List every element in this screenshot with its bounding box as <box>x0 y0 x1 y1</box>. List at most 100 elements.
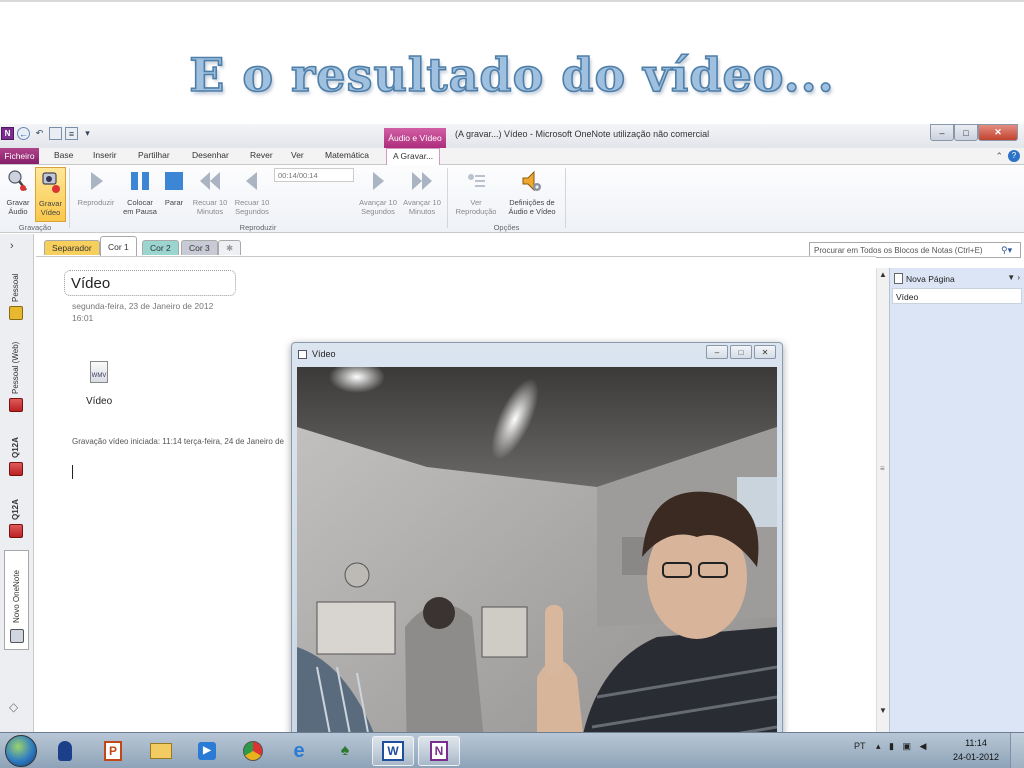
dock-icon[interactable] <box>49 127 62 140</box>
taskbar-media-player-icon[interactable]: ▶ <box>186 736 228 766</box>
file-label: Vídeo <box>86 396 113 407</box>
tab-share[interactable]: Partilhar <box>136 150 172 160</box>
taskbar-word-icon[interactable]: W <box>372 736 414 766</box>
notebook-novo-onenote[interactable]: Novo OneNote <box>4 550 29 650</box>
tray-icons[interactable]: ▴ ▮ ▣ ◀ <box>876 741 929 752</box>
taskbar-internet-explorer-icon[interactable]: e <box>278 736 320 766</box>
group-label-playback: Reproduzir <box>239 223 277 232</box>
tab-base[interactable]: Base <box>52 150 75 160</box>
help-icon[interactable]: ? <box>1008 150 1020 162</box>
notebook-q12a-2[interactable]: Q12A <box>3 486 31 542</box>
unfiled-notes-icon[interactable]: ◇ <box>9 700 18 714</box>
search-icon[interactable]: ⚲▾ <box>1001 245 1012 256</box>
forward-fast-icon <box>410 167 434 195</box>
timecode-display: 00:14/00:14 <box>274 168 354 182</box>
show-desktop-button[interactable] <box>1010 733 1024 768</box>
video-minimize-button[interactable]: – <box>706 345 728 359</box>
video-close-button[interactable]: ✕ <box>754 345 776 359</box>
play-button[interactable]: Reproduzir <box>72 167 120 222</box>
notebook-pessoal[interactable]: Pessoal <box>3 262 31 320</box>
recording-note: Gravação vídeo iniciada: 11:14 terça-fei… <box>72 437 284 446</box>
section-tab-separador[interactable]: Separador <box>44 240 100 255</box>
page-scrollbar[interactable]: ▲ ≡ ▼ <box>876 268 889 732</box>
group-separator <box>69 168 70 228</box>
clock-date: 24-01-2012 <box>952 752 1000 762</box>
close-button[interactable]: ✕ <box>978 124 1018 141</box>
notebook-label: Pessoal (Web) <box>11 341 20 394</box>
record-audio-label-2: Áudio <box>8 207 28 216</box>
wmv-file-icon[interactable]: WMV <box>90 361 108 383</box>
quick-access-toolbar: N ← ↶ ≡ ▾ <box>1 127 94 140</box>
maximize-button[interactable]: □ <box>954 124 978 141</box>
start-button[interactable] <box>5 735 37 767</box>
notebook-icon <box>9 306 23 320</box>
taskbar-explorer-icon[interactable] <box>140 736 182 766</box>
language-indicator[interactable]: PT <box>854 741 866 751</box>
undo-icon[interactable]: ↶ <box>33 127 46 140</box>
stop-button[interactable]: Parar <box>161 167 187 222</box>
taskbar-chrome-icon[interactable] <box>232 736 274 766</box>
tab-view[interactable]: Ver <box>289 150 306 160</box>
page-title[interactable]: Vídeo <box>64 270 236 296</box>
play-icon <box>84 167 108 195</box>
minimize-button[interactable]: – <box>930 124 954 141</box>
tab-draw[interactable]: Desenhar <box>190 150 231 160</box>
rewind-10sec-button[interactable]: Recuar 10 Segundos <box>232 167 272 222</box>
scroll-grip-icon[interactable]: ≡ <box>880 464 885 473</box>
video-window-title: Vídeo <box>312 349 336 359</box>
tab-math[interactable]: Matemática <box>323 150 371 160</box>
section-tab-cor2[interactable]: Cor 2 <box>142 240 179 255</box>
scroll-down-icon[interactable]: ▼ <box>879 706 887 715</box>
record-audio-button[interactable]: Gravar Áudio <box>3 167 33 222</box>
scroll-up-icon[interactable]: ▲ <box>879 270 887 279</box>
minimize-ribbon-icon[interactable]: ⌃ <box>995 151 1003 162</box>
slide: E o resultado do vídeo... N ← ↶ ≡ ▾ Áudi… <box>0 0 1024 768</box>
record-audio-label-1: Gravar <box>6 198 30 207</box>
page-list-item[interactable]: Vídeo <box>892 288 1022 304</box>
taskbar-messenger-icon[interactable]: ♠ <box>324 736 366 766</box>
webcam-video-frame <box>297 367 777 768</box>
help-area: ⌃ ? <box>995 150 1020 162</box>
notebook-q12a[interactable]: Q12A <box>3 424 31 480</box>
taskbar-user-app-icon[interactable] <box>44 736 86 766</box>
video-maximize-button[interactable]: □ <box>730 345 752 359</box>
pause-button[interactable]: Colocar em Pausa <box>121 167 159 222</box>
record-video-label-2: Vídeo <box>40 208 61 217</box>
tab-insert[interactable]: Inserir <box>91 150 119 160</box>
video-window-icon <box>298 350 307 359</box>
page-pane-arrows-icon[interactable]: ▼ › <box>1007 273 1020 282</box>
rewind-10min-button[interactable]: Recuar 10 Minutos <box>189 167 231 222</box>
new-page-label: Nova Página <box>906 273 955 284</box>
section-tab-cor1[interactable]: Cor 1 <box>100 236 137 256</box>
page-view-icon[interactable]: ≡ <box>65 127 78 140</box>
clock[interactable]: 11:14 24-01-2012 <box>952 736 1000 764</box>
tab-recording[interactable]: A Gravar... <box>386 148 441 166</box>
new-page-button[interactable]: Nova Página <box>894 273 955 284</box>
rewind-10min-label-2: Minutos <box>196 207 224 216</box>
forward-10sec-label-1: Avançar 10 <box>359 198 397 207</box>
title-bar: N ← ↶ ≡ ▾ Áudio e Vídeo (A gravar...) Ví… <box>0 124 1024 148</box>
see-playback-button[interactable]: Ver Reprodução <box>451 167 501 222</box>
onenote-app-icon[interactable]: N <box>1 127 14 140</box>
record-video-button[interactable]: Gravar Vídeo <box>35 167 66 222</box>
customize-qat-icon[interactable]: ▾ <box>81 127 94 140</box>
context-tab-audio-video: Áudio e Vídeo <box>384 128 446 148</box>
play-label: Reproduzir <box>77 198 115 207</box>
audio-video-settings-button[interactable]: Definições de Áudio e Vídeo <box>502 167 562 222</box>
playback-list-icon <box>464 167 488 195</box>
back-icon[interactable]: ← <box>17 127 30 140</box>
video-window[interactable]: Vídeo – □ ✕ <box>291 342 783 768</box>
section-tab-cor3[interactable]: Cor 3 <box>181 240 218 255</box>
slide-top-border <box>0 0 1024 2</box>
forward-10min-button[interactable]: Avançar 10 Minutos <box>400 167 444 222</box>
page-list-pane: Nova Página ▼ › Vídeo <box>889 268 1024 732</box>
forward-10sec-button[interactable]: Avançar 10 Segundos <box>356 167 400 222</box>
tab-file[interactable]: Ficheiro <box>0 148 39 164</box>
expand-notebooks-icon[interactable]: › <box>10 240 14 252</box>
taskbar-onenote-icon[interactable]: N <box>418 736 460 766</box>
tab-review[interactable]: Rever <box>248 150 275 160</box>
taskbar-powerpoint-icon[interactable]: P <box>92 736 134 766</box>
group-label-options: Opções <box>493 223 520 232</box>
new-section-icon[interactable]: ✱ <box>218 240 242 255</box>
notebook-pessoal-web[interactable]: Pessoal (Web) <box>3 330 31 412</box>
